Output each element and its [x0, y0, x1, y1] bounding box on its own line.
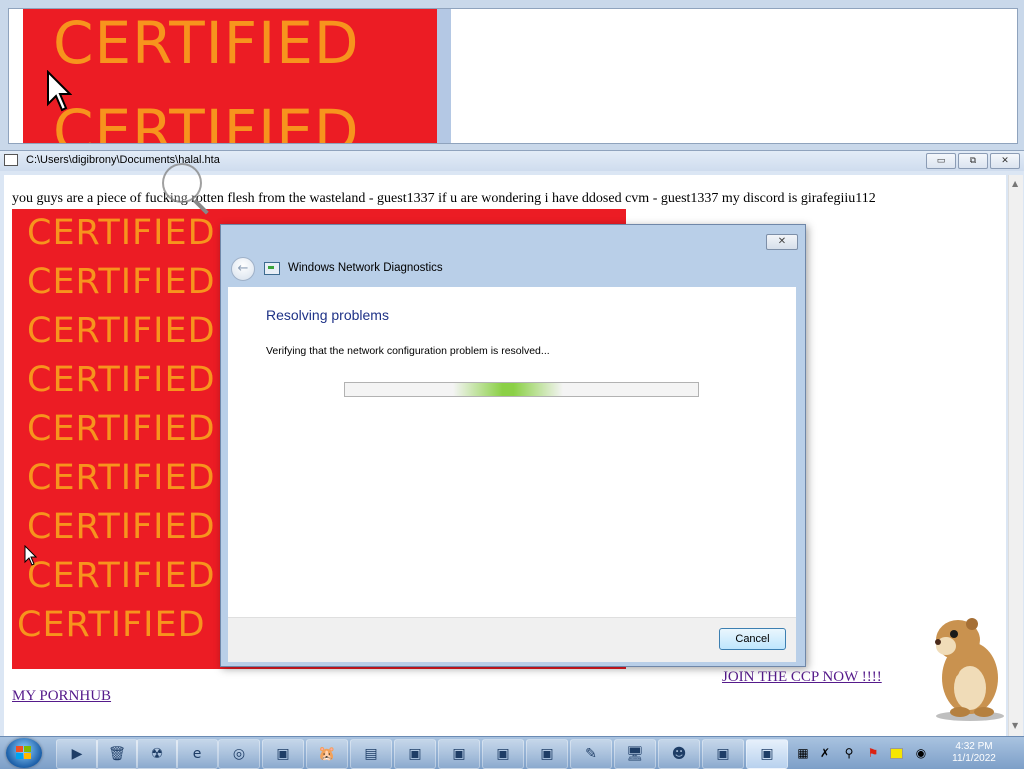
certified-text: CERTIFIED: [27, 458, 216, 498]
scroll-up-icon[interactable]: ▲: [1012, 179, 1018, 188]
network-diagnostics-dialog: ✕ ← Windows Network Diagnostics Resolvin…: [220, 224, 806, 667]
top-window-content: CERTIFIED CERTIFIED: [8, 8, 1018, 144]
taskbar-item-chrome[interactable]: ◎: [218, 739, 260, 769]
vertical-scrollbar[interactable]: ▲ ▼: [1008, 175, 1023, 737]
certified-text: CERTIFIED: [27, 409, 216, 449]
dialog-body: Resolving problems Verifying that the ne…: [228, 287, 796, 617]
pornhub-link[interactable]: MY PORNHUB: [12, 688, 111, 705]
certified-text: CERTIFIED: [27, 262, 216, 302]
taskbar-item-window[interactable]: ▣: [702, 739, 744, 769]
scroll-down-icon[interactable]: ▼: [1012, 721, 1018, 730]
taskbar-item-notepad[interactable]: ✎: [570, 739, 612, 769]
taskbar-item-ie[interactable]: e: [176, 739, 218, 769]
top-certified-banner: CERTIFIED CERTIFIED: [23, 9, 451, 143]
taskbar-item-app[interactable]: ☻: [658, 739, 700, 769]
taskbar-item-display[interactable]: 🖥: [614, 739, 656, 769]
cancel-button[interactable]: Cancel: [719, 628, 786, 650]
taskbar-item-network-diagnostics[interactable]: ▣: [746, 739, 788, 769]
taskbar-item-app[interactable]: ☢: [136, 739, 178, 769]
taskbar-item-media-player[interactable]: ▶: [56, 739, 98, 769]
system-tray: ▦ ✗ ⚲ ⚑ ◉ 4:32 PM 11/1/2022: [788, 737, 1024, 769]
speaker-icon[interactable]: ◉: [914, 746, 928, 760]
certified-text: CERTIFIED: [27, 360, 216, 400]
clock[interactable]: 4:32 PM 11/1/2022: [942, 741, 1006, 765]
minimize-button[interactable]: ▭: [926, 153, 956, 169]
taskbar-item-window[interactable]: ▣: [262, 739, 304, 769]
top-hta-window: CERTIFIED CERTIFIED: [0, 0, 1024, 151]
sword-icon[interactable]: ✗: [818, 746, 832, 760]
taskbar-item-window[interactable]: ▣: [482, 739, 524, 769]
taskbar-item-window[interactable]: ▤: [350, 739, 392, 769]
mouse-cursor-icon: [47, 70, 72, 112]
taskbar-item-window[interactable]: ▣: [394, 739, 436, 769]
windows-logo-icon: [16, 746, 32, 760]
flag-icon[interactable]: ⚑: [866, 746, 880, 760]
note-icon[interactable]: [890, 748, 903, 759]
dialog-close-button[interactable]: ✕: [766, 234, 798, 250]
close-button[interactable]: ✕: [990, 153, 1020, 169]
magnifier-overlay-icon: [162, 163, 202, 203]
join-ccp-link[interactable]: JOIN THE CCP NOW !!!!: [722, 669, 882, 686]
progress-indicator: [453, 383, 563, 396]
back-arrow-icon[interactable]: ←: [231, 257, 255, 281]
certified-text: CERTIFIED: [27, 556, 216, 596]
certified-text: CERTIFIED: [53, 97, 360, 143]
main-window-titlebar[interactable]: C:\Users\digibrony\Documents\halal.hta ▭…: [0, 151, 1024, 171]
taskbar-item-window[interactable]: ▣: [438, 739, 480, 769]
certified-text: CERTIFIED: [53, 9, 360, 77]
hta-app-icon: [4, 154, 18, 166]
taskbar-item-recycle-bin[interactable]: 🗑: [96, 739, 138, 769]
network-diagnostics-icon: [264, 262, 280, 275]
mouse-cursor-icon: [24, 545, 37, 566]
progress-bar: [344, 382, 699, 397]
clock-time: 4:32 PM: [955, 741, 993, 752]
magnifier-icon[interactable]: ⚲: [842, 746, 856, 760]
dialog-footer: Cancel: [228, 617, 796, 662]
taskbar-item-hamster[interactable]: 🐹: [306, 739, 348, 769]
restore-button[interactable]: ⧉: [958, 153, 988, 169]
clock-date: 11/1/2022: [952, 753, 996, 764]
dialog-status-text: Verifying that the network configuration…: [266, 345, 550, 357]
hamster-image: [935, 618, 1004, 721]
taskbar: ▶ 🗑 ☢ e ◎ ▣ 🐹 ▤ ▣ ▣ ▣ ▣ ✎ 🖥 ☻ ▣ ▣ ▦ ✗ ⚲ …: [0, 736, 1024, 769]
network-icon[interactable]: ▦: [796, 746, 810, 760]
dialog-title: Windows Network Diagnostics: [288, 262, 443, 274]
certified-text: CERTIFIED: [27, 311, 216, 351]
taskbar-item-window[interactable]: ▣: [526, 739, 568, 769]
start-button[interactable]: [6, 738, 42, 768]
certified-text: CERTIFIED: [27, 213, 216, 253]
certified-text: CERTIFIED: [17, 605, 206, 645]
message-text: you guys are a piece of fucking rotten f…: [12, 191, 876, 206]
dialog-heading: Resolving problems: [266, 307, 389, 323]
certified-text: CERTIFIED: [27, 507, 216, 547]
